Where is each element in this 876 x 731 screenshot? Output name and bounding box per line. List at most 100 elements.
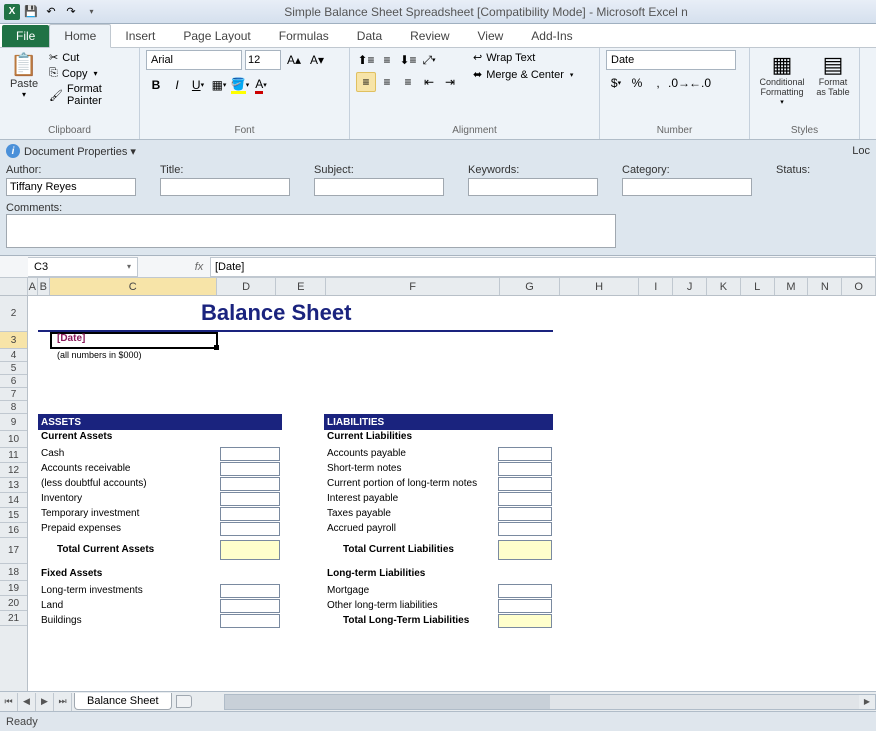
- col-c[interactable]: C: [50, 278, 217, 295]
- align-bottom-button[interactable]: ⬇≡: [398, 50, 418, 70]
- font-name-select[interactable]: [146, 50, 242, 70]
- cl-ap-value[interactable]: [498, 447, 552, 461]
- name-box[interactable]: C3▾: [28, 257, 138, 277]
- bold-button[interactable]: B: [146, 75, 166, 95]
- paste-button[interactable]: 📋 Paste ▾: [6, 50, 42, 101]
- horizontal-scrollbar[interactable]: ◀ ▶: [224, 694, 876, 710]
- copy-button[interactable]: ⎘Copy▾: [46, 66, 133, 81]
- lt-other-value[interactable]: [498, 599, 552, 613]
- title-input[interactable]: [160, 178, 290, 196]
- row-2[interactable]: 2: [0, 296, 27, 332]
- total-lt-value[interactable]: [498, 614, 552, 628]
- decrease-indent-button[interactable]: ⇤: [419, 72, 439, 92]
- col-g[interactable]: G: [500, 278, 560, 295]
- fx-icon[interactable]: fx: [188, 261, 210, 273]
- col-o[interactable]: O: [842, 278, 876, 295]
- row-12[interactable]: 12: [0, 463, 27, 478]
- percent-button[interactable]: %: [627, 73, 647, 93]
- ca-cash-value[interactable]: [220, 447, 280, 461]
- worksheet-grid[interactable]: 2 3 4 5 6 7 8 9 10 11 12 13 14 15 16 17 …: [0, 296, 876, 691]
- row-11[interactable]: 11: [0, 448, 27, 463]
- cl-taxes-value[interactable]: [498, 507, 552, 521]
- sheet-nav-last[interactable]: ⏭: [54, 693, 72, 711]
- row-6[interactable]: 6: [0, 375, 27, 388]
- category-input[interactable]: [622, 178, 752, 196]
- conditional-formatting-button[interactable]: ▦ Conditional Formatting ▾: [756, 50, 808, 108]
- ca-doubtful-value[interactable]: [220, 477, 280, 491]
- cells-area[interactable]: Balance Sheet [Date] (all numbers in $00…: [28, 296, 876, 691]
- tab-insert[interactable]: Insert: [111, 25, 169, 47]
- cl-payroll-value[interactable]: [498, 522, 552, 536]
- keywords-input[interactable]: [468, 178, 598, 196]
- fa-ltinv-value[interactable]: [220, 584, 280, 598]
- format-painter-button[interactable]: 🖌Format Painter: [46, 82, 133, 108]
- align-middle-button[interactable]: ≡: [377, 50, 397, 70]
- comma-button[interactable]: ,: [648, 73, 668, 93]
- row-3[interactable]: 3: [0, 332, 27, 349]
- col-f[interactable]: F: [326, 278, 500, 295]
- format-as-table-button[interactable]: ▤ Format as Table: [812, 50, 854, 100]
- subject-input[interactable]: [314, 178, 444, 196]
- fill-color-button[interactable]: 🪣▾: [230, 75, 250, 95]
- qat-customize-button[interactable]: [82, 3, 100, 21]
- cl-interest-value[interactable]: [498, 492, 552, 506]
- col-k[interactable]: K: [707, 278, 741, 295]
- row-19[interactable]: 19: [0, 581, 27, 596]
- tab-view[interactable]: View: [464, 25, 518, 47]
- col-a[interactable]: A: [28, 278, 38, 295]
- col-b[interactable]: B: [38, 278, 50, 295]
- scroll-right-arrow[interactable]: ▶: [859, 695, 875, 709]
- row-18[interactable]: 18: [0, 564, 27, 581]
- ca-ar-value[interactable]: [220, 462, 280, 476]
- cl-curportion-value[interactable]: [498, 477, 552, 491]
- tab-file[interactable]: File: [2, 25, 49, 47]
- row-20[interactable]: 20: [0, 596, 27, 611]
- col-n[interactable]: N: [808, 278, 842, 295]
- increase-indent-button[interactable]: ⇥: [440, 72, 460, 92]
- ca-tempinv-value[interactable]: [220, 507, 280, 521]
- tab-page-layout[interactable]: Page Layout: [169, 25, 264, 47]
- ca-prepaid-value[interactable]: [220, 522, 280, 536]
- col-l[interactable]: L: [741, 278, 775, 295]
- align-right-button[interactable]: ≡: [398, 72, 418, 92]
- total-cl-value[interactable]: [498, 540, 552, 560]
- decrease-decimal-button[interactable]: ←.0: [690, 73, 710, 93]
- tab-review[interactable]: Review: [396, 25, 463, 47]
- row-4[interactable]: 4: [0, 349, 27, 362]
- row-9[interactable]: 9: [0, 414, 27, 431]
- row-21[interactable]: 21: [0, 611, 27, 626]
- row-15[interactable]: 15: [0, 508, 27, 523]
- sheet-tab-balance-sheet[interactable]: Balance Sheet: [74, 693, 172, 710]
- tab-formulas[interactable]: Formulas: [265, 25, 343, 47]
- col-h[interactable]: H: [560, 278, 640, 295]
- redo-button[interactable]: ↷: [62, 3, 80, 21]
- fa-land-value[interactable]: [220, 599, 280, 613]
- accounting-format-button[interactable]: $▾: [606, 73, 626, 93]
- select-all-button[interactable]: [0, 278, 28, 295]
- row-13[interactable]: 13: [0, 478, 27, 493]
- undo-button[interactable]: ↶: [42, 3, 60, 21]
- col-e[interactable]: E: [276, 278, 326, 295]
- document-properties-dropdown[interactable]: Document Properties ▾: [24, 145, 136, 158]
- number-format-select[interactable]: [606, 50, 736, 70]
- wrap-text-button[interactable]: ↩Wrap Text: [470, 50, 576, 65]
- sheet-nav-next[interactable]: ▶: [36, 693, 54, 711]
- row-14[interactable]: 14: [0, 493, 27, 508]
- row-7[interactable]: 7: [0, 388, 27, 401]
- font-color-button[interactable]: A▾: [251, 75, 271, 95]
- comments-input[interactable]: [6, 214, 616, 248]
- merge-center-button[interactable]: ⬌Merge & Center▾: [470, 67, 576, 82]
- row-8[interactable]: 8: [0, 401, 27, 414]
- row-5[interactable]: 5: [0, 362, 27, 375]
- orientation-button[interactable]: ⤢▾: [419, 50, 439, 70]
- row-10[interactable]: 10: [0, 431, 27, 448]
- cut-button[interactable]: ✂Cut: [46, 50, 133, 65]
- author-input[interactable]: [6, 178, 136, 196]
- align-left-button[interactable]: ≡: [356, 72, 376, 92]
- cell-date[interactable]: [Date]: [54, 333, 88, 344]
- save-button[interactable]: 💾: [22, 3, 40, 21]
- tab-addins[interactable]: Add-Ins: [517, 25, 586, 47]
- new-sheet-button[interactable]: [176, 695, 194, 709]
- decrease-font-button[interactable]: A▾: [307, 50, 327, 70]
- increase-decimal-button[interactable]: .0→: [669, 73, 689, 93]
